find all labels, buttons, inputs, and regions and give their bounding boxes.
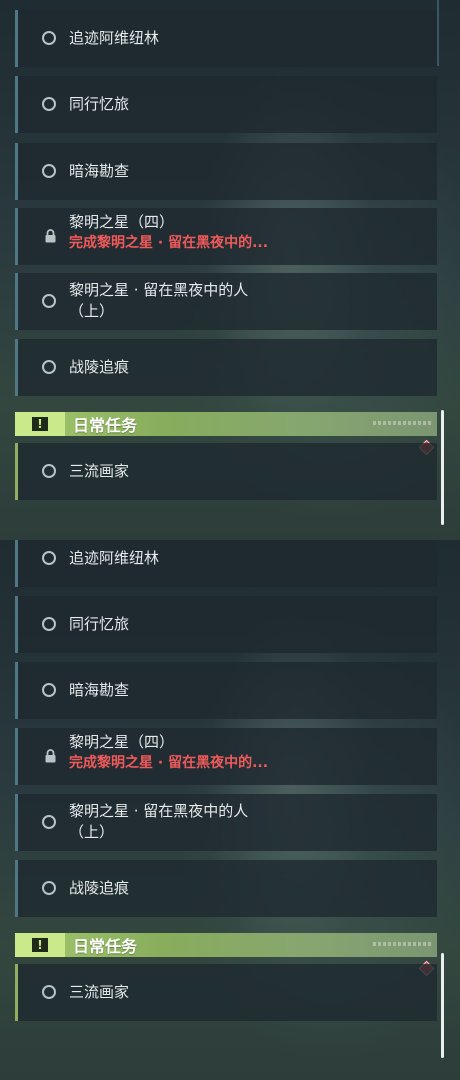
- quest-item-travel-memories[interactable]: 同行忆旅: [15, 76, 437, 133]
- quest-title: 三流画家: [69, 462, 130, 480]
- circle-status-icon: [42, 31, 56, 45]
- quest-panel-top: 追迹阿维纽林 同行忆旅 暗海勘查 黎明之星（四） 完成黎明之星 · 留在黑夜中的…: [0, 0, 460, 540]
- quest-title: 同行忆旅: [69, 95, 130, 113]
- daily-quest-item-third-rate-painter[interactable]: 三流画家: [15, 964, 437, 1021]
- quest-item-dawn-star-night-1[interactable]: 黎明之星 · 留在黑夜中的人 （上）: [15, 794, 437, 851]
- quest-title: 战陵追痕: [69, 879, 130, 897]
- circle-status-icon: [42, 551, 56, 565]
- quest-item-battle-tomb-trace[interactable]: 战陵追痕: [15, 339, 437, 396]
- circle-status-icon: [42, 360, 56, 374]
- daily-quests-title: 日常任务: [73, 937, 138, 956]
- quest-requirement: 完成黎明之星 · 留在黑夜中的...: [69, 755, 269, 771]
- quest-title: 暗海勘查: [69, 162, 130, 180]
- circle-status-icon: [42, 464, 56, 478]
- quest-title: 黎明之星（四）: [69, 213, 175, 231]
- quest-item-dark-sea-survey[interactable]: 暗海勘查: [15, 143, 437, 200]
- quest-text: 黎明之星（四） 完成黎明之星 · 留在黑夜中的...: [69, 732, 268, 774]
- quest-title-line1: 黎明之星 · 留在黑夜中的人: [69, 281, 249, 299]
- daily-quests-header[interactable]: ! 日常任务: [15, 412, 437, 436]
- quest-title: 暗海勘查: [69, 681, 130, 699]
- alert-badge: !: [15, 933, 65, 957]
- quest-title: 同行忆旅: [69, 615, 130, 633]
- quest-item-travel-memories[interactable]: 同行忆旅: [15, 596, 437, 653]
- quest-title-line2: （上）: [69, 302, 115, 320]
- quest-title-line1: 黎明之星 · 留在黑夜中的人: [69, 802, 249, 820]
- circle-status-icon: [42, 97, 56, 111]
- circle-status-icon: [42, 881, 56, 895]
- quest-title-line2: （上）: [69, 823, 115, 841]
- quest-item-dawn-star-night-1[interactable]: 黎明之星 · 留在黑夜中的人 （上）: [15, 273, 437, 330]
- quest-requirement: 完成黎明之星 · 留在黑夜中的...: [69, 235, 269, 251]
- quest-item-trace-avenue-forest[interactable]: 追迹阿维纽林: [15, 540, 437, 587]
- quest-item-trace-avenue-forest[interactable]: 追迹阿维纽林: [15, 10, 437, 67]
- quest-item-dawn-star-4-locked[interactable]: 黎明之星（四） 完成黎明之星 · 留在黑夜中的...: [15, 728, 437, 785]
- quest-title: 追迹阿维纽林: [69, 29, 160, 47]
- scrollbar-thumb[interactable]: [441, 410, 444, 525]
- quest-panel-bottom: 追迹阿维纽林 同行忆旅 暗海勘查 黎明之星（四） 完成黎明之星 · 留在黑夜中的…: [0, 540, 460, 1080]
- quest-text: 黎明之星 · 留在黑夜中的人 （上）: [69, 280, 248, 322]
- daily-quest-item-third-rate-painter[interactable]: 三流画家: [15, 443, 437, 500]
- quest-title: 三流画家: [69, 983, 130, 1001]
- alert-icon: !: [32, 417, 48, 431]
- quest-text: 黎明之星（四） 完成黎明之星 · 留在黑夜中的...: [69, 212, 268, 254]
- quest-item-battle-tomb-trace[interactable]: 战陵追痕: [15, 860, 437, 917]
- circle-status-icon: [42, 815, 56, 829]
- circle-status-icon: [42, 683, 56, 697]
- panel-edge-line: [437, 0, 439, 66]
- quest-title: 战陵追痕: [69, 358, 130, 376]
- alert-icon: !: [32, 938, 48, 952]
- circle-status-icon: [42, 294, 56, 308]
- quest-item-dawn-star-4-locked[interactable]: 黎明之星（四） 完成黎明之星 · 留在黑夜中的...: [15, 208, 437, 265]
- header-decoration: [373, 421, 433, 425]
- daily-quests-header[interactable]: ! 日常任务: [15, 933, 437, 957]
- lock-icon: [45, 749, 56, 763]
- alert-badge: !: [15, 412, 65, 436]
- quest-text: 黎明之星 · 留在黑夜中的人 （上）: [69, 801, 248, 843]
- quest-title: 追迹阿维纽林: [69, 549, 160, 567]
- quest-title: 黎明之星（四）: [69, 733, 175, 751]
- circle-status-icon: [42, 617, 56, 631]
- quest-item-dark-sea-survey[interactable]: 暗海勘查: [15, 662, 437, 719]
- circle-status-icon: [42, 985, 56, 999]
- lock-icon: [45, 229, 56, 243]
- header-decoration: [373, 942, 433, 946]
- scrollbar-thumb[interactable]: [441, 953, 444, 1058]
- daily-quests-title: 日常任务: [73, 416, 138, 435]
- circle-status-icon: [42, 164, 56, 178]
